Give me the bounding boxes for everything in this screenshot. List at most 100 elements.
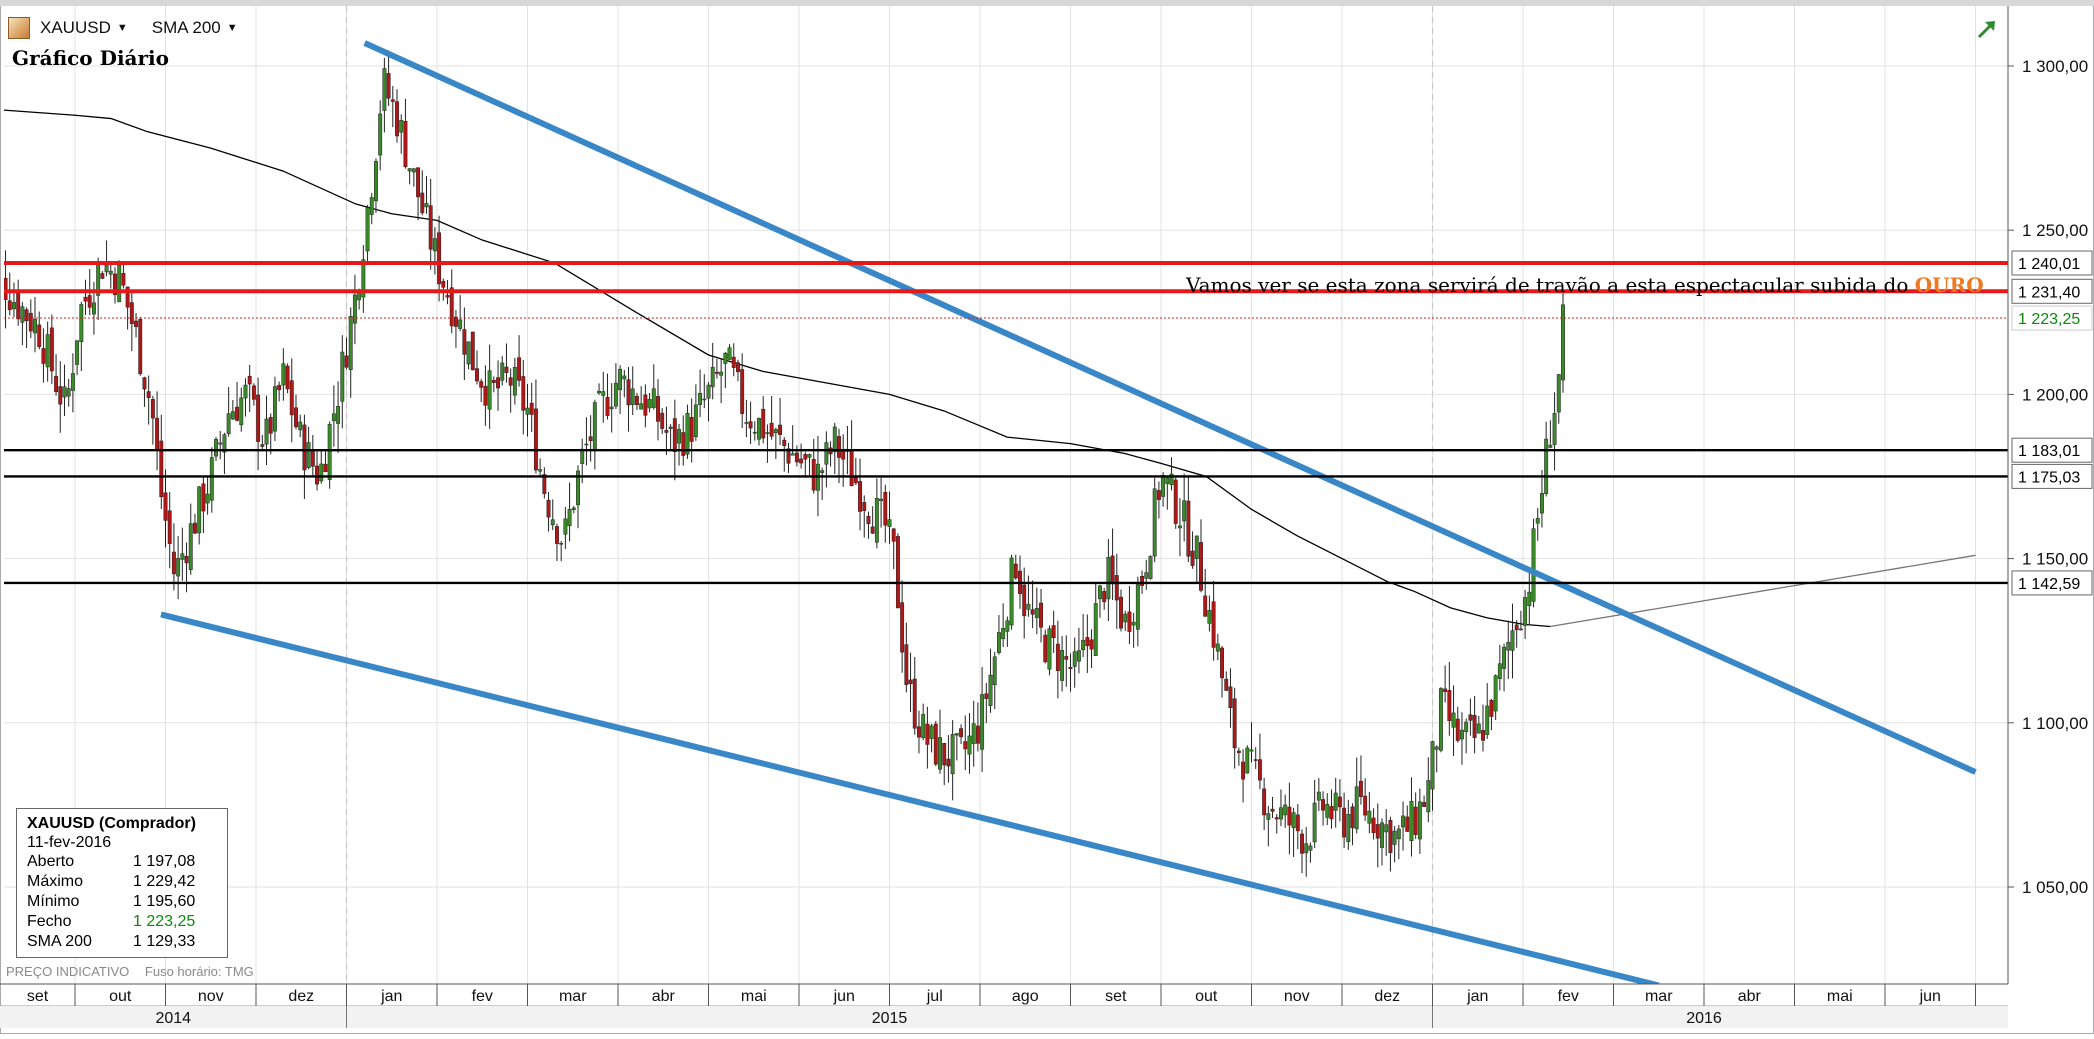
candle-body bbox=[382, 68, 387, 111]
candle-body bbox=[1422, 802, 1427, 807]
candle-body bbox=[1279, 807, 1283, 820]
candle-body bbox=[171, 551, 176, 575]
candle-body bbox=[820, 470, 825, 473]
candle-body bbox=[656, 396, 660, 422]
candle-body bbox=[1371, 817, 1376, 834]
candle-body bbox=[529, 402, 534, 415]
candle-body bbox=[1392, 830, 1397, 845]
candle-body bbox=[1013, 563, 1018, 579]
price-tick-label: 1 200,00 bbox=[2022, 385, 2088, 404]
candle-body bbox=[16, 292, 21, 320]
candle-body bbox=[563, 518, 568, 535]
candle-body bbox=[900, 602, 905, 653]
candle-body bbox=[403, 120, 408, 167]
level-tag-label: 1 175,03 bbox=[2018, 469, 2080, 486]
candle-body bbox=[197, 486, 202, 534]
candle-body bbox=[643, 394, 648, 416]
chart-title: Gráfico Diário bbox=[12, 46, 169, 70]
candle-body bbox=[634, 396, 639, 405]
candle-body bbox=[323, 463, 328, 473]
candle-body bbox=[1405, 816, 1410, 832]
candle-body bbox=[1506, 641, 1511, 651]
candle-body bbox=[247, 375, 252, 385]
candle-body bbox=[917, 726, 921, 738]
candle-body bbox=[996, 632, 1001, 653]
candle-body bbox=[37, 324, 42, 347]
candle-body bbox=[390, 99, 395, 102]
candle-body bbox=[639, 403, 644, 410]
price-tick-label: 1 150,00 bbox=[2022, 550, 2088, 569]
candle-body bbox=[1236, 750, 1241, 753]
candle-body bbox=[1455, 718, 1460, 741]
candle-body bbox=[1203, 595, 1208, 617]
level-tag-label: 1 223,25 bbox=[2018, 311, 2080, 328]
candle-body bbox=[832, 426, 837, 453]
month-label: jan bbox=[1466, 988, 1488, 1005]
candle-body bbox=[736, 362, 740, 373]
candle-body bbox=[1544, 438, 1549, 494]
candle-body bbox=[188, 523, 193, 571]
candle-body bbox=[622, 375, 627, 380]
price-chart[interactable]: Vamos ver se esta zona servirá de travão… bbox=[0, 0, 2094, 1034]
candle-body bbox=[1055, 643, 1060, 672]
candle-body bbox=[45, 334, 50, 368]
candle-body bbox=[601, 391, 606, 396]
candle-body bbox=[420, 192, 425, 214]
symbol-dropdown[interactable]: XAUUSD ▼ bbox=[40, 18, 128, 38]
expand-arrow-icon[interactable] bbox=[1976, 18, 1998, 40]
candle-body bbox=[1548, 444, 1553, 448]
candle-body bbox=[546, 499, 551, 518]
candle-body bbox=[12, 302, 16, 310]
candle-body bbox=[567, 509, 572, 527]
candle-body bbox=[1165, 477, 1170, 484]
candle-body bbox=[1447, 690, 1452, 721]
candle-body bbox=[1224, 678, 1229, 691]
candle-body bbox=[879, 498, 884, 502]
candle-body bbox=[1409, 801, 1414, 841]
candle-body bbox=[462, 329, 467, 355]
candle-body bbox=[1438, 688, 1443, 751]
candle-body bbox=[1342, 807, 1347, 838]
candle-body bbox=[1417, 801, 1422, 840]
candle-body bbox=[1089, 639, 1094, 650]
candle-body bbox=[496, 377, 500, 389]
candle-body bbox=[344, 355, 349, 368]
month-label: dez bbox=[288, 988, 314, 1005]
candle-body bbox=[1207, 610, 1212, 624]
candle-body bbox=[1346, 813, 1351, 842]
candle-body bbox=[841, 450, 846, 460]
candle-body bbox=[1009, 557, 1014, 626]
year-label: 2014 bbox=[155, 1010, 191, 1027]
candle-body bbox=[1228, 686, 1233, 709]
candle-body bbox=[1190, 550, 1195, 566]
month-label: mar bbox=[559, 988, 587, 1005]
candle-body bbox=[1093, 603, 1098, 656]
candle-body bbox=[277, 384, 282, 391]
candle-body bbox=[1148, 556, 1153, 579]
candle-body bbox=[504, 366, 509, 373]
candle-body bbox=[895, 536, 900, 609]
candle-body bbox=[424, 203, 429, 208]
candle-body bbox=[428, 205, 433, 250]
level-price-tag: 1 142,59 bbox=[2011, 570, 2093, 596]
info-value: 1 223,25 bbox=[133, 913, 196, 930]
candle-body bbox=[933, 723, 938, 765]
candle-body bbox=[483, 385, 488, 406]
candle-body bbox=[517, 357, 522, 381]
candle-body bbox=[942, 743, 947, 766]
candle-body bbox=[331, 413, 336, 422]
candle-body bbox=[336, 406, 341, 424]
indicator-dropdown[interactable]: SMA 200 ▼ bbox=[152, 18, 238, 38]
candle-body bbox=[1468, 714, 1473, 721]
candle-body bbox=[205, 493, 210, 504]
candle-body bbox=[765, 432, 770, 434]
candle-body bbox=[441, 281, 446, 288]
candle-body bbox=[218, 442, 223, 445]
candle-body bbox=[230, 411, 235, 420]
candle-body bbox=[1064, 656, 1069, 660]
candle-body bbox=[146, 391, 151, 399]
candle-body bbox=[883, 492, 888, 526]
candle-body bbox=[757, 418, 761, 440]
candle-body bbox=[1131, 621, 1136, 626]
candle-body bbox=[1262, 788, 1267, 816]
